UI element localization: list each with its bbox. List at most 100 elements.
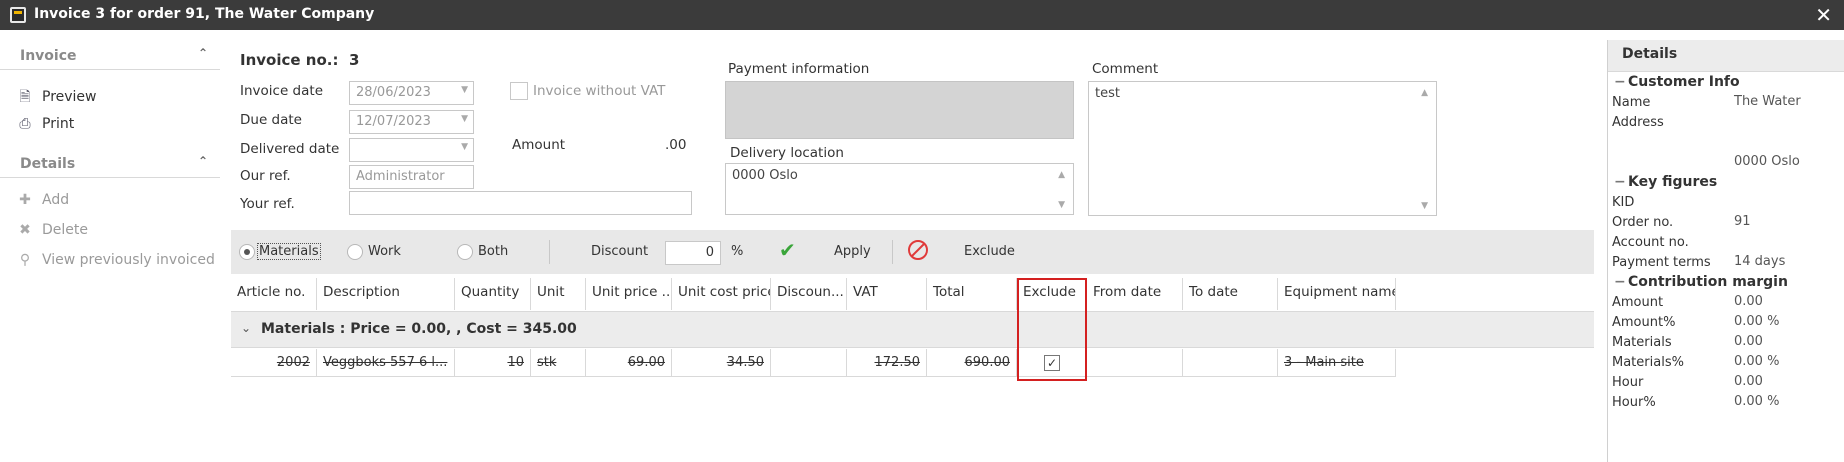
scroll-up-icon[interactable]: ▲ (1058, 170, 1065, 180)
amount-label: Amount (512, 137, 566, 153)
delivered-date-field[interactable]: ▼ (349, 138, 474, 162)
payment-information-field (725, 81, 1074, 139)
delivered-date-label: Delivered date (240, 141, 340, 157)
our-ref-value: Administrator (356, 169, 445, 184)
exclude-column-highlight (1017, 278, 1087, 381)
view-previously-invoiced-button[interactable]: ⚲ View previously invoiced (16, 252, 215, 274)
customer-info-section[interactable]: − Customer Info (1614, 74, 1740, 90)
collapse-icon[interactable]: − (1614, 174, 1628, 190)
name-label: Name (1612, 95, 1651, 110)
collapse-icon[interactable]: − (1614, 274, 1628, 290)
discount-input[interactable]: 0 (665, 241, 721, 265)
cell-unit-cost-price[interactable]: 34.50 (672, 349, 771, 377)
discount-label: Discount (591, 244, 649, 259)
column-header-quantity[interactable]: Quantity (455, 278, 531, 310)
invoice-no-value: 3 (349, 51, 360, 69)
column-header-unit[interactable]: Unit (531, 278, 586, 310)
column-header-discount[interactable]: Discoun... (771, 278, 847, 310)
column-header-total[interactable]: Total (927, 278, 1017, 310)
delete-button[interactable]: ✖ Delete (16, 222, 88, 244)
order-no-label: Order no. (1612, 215, 1674, 230)
materials-label[interactable]: Materials (257, 243, 321, 260)
cell-vat[interactable]: 172.50 (847, 349, 927, 377)
close-icon[interactable]: ✕ (1815, 3, 1832, 27)
your-ref-field[interactable] (349, 191, 692, 215)
address-label: Address (1612, 115, 1664, 130)
delivery-location-field[interactable]: 0000 Oslo ▲ ▼ (725, 163, 1074, 215)
scroll-up-icon[interactable]: ▲ (1421, 88, 1428, 98)
column-header-unit-cost-price[interactable]: Unit cost price (672, 278, 771, 310)
cell-from-date[interactable] (1087, 349, 1183, 377)
materials-percent-label: Materials% (1612, 355, 1684, 370)
collapse-icon[interactable]: − (1614, 74, 1628, 90)
scroll-down-icon[interactable]: ▼ (1058, 200, 1065, 210)
column-header-description[interactable]: Description (317, 278, 455, 310)
both-label[interactable]: Both (478, 244, 508, 259)
column-header-article-no[interactable]: Article no. (231, 278, 317, 310)
invoice-without-vat-checkbox[interactable] (510, 82, 528, 100)
comment-value: test (1095, 86, 1120, 101)
chevron-up-icon[interactable]: ⌃ (198, 46, 208, 60)
add-label: Add (42, 192, 70, 208)
prohibited-icon[interactable] (908, 240, 928, 260)
apply-button[interactable]: Apply (834, 244, 871, 259)
column-header-vat[interactable]: VAT (847, 278, 927, 310)
invoice-date-field[interactable]: 28/06/2023 ▼ (349, 81, 474, 105)
amount-value: .00 (665, 137, 687, 153)
chevron-down-icon[interactable]: ▼ (461, 85, 468, 95)
cell-description[interactable]: Veggboks 557 6 l... (317, 349, 455, 377)
group-row-materials[interactable]: ⌄ Materials : Price = 0.00, , Cost = 345… (231, 311, 1594, 348)
cell-quantity[interactable]: 10 (455, 349, 531, 377)
hour-value: 0.00 (1734, 374, 1763, 389)
amount-percent-label: Amount% (1612, 315, 1676, 330)
your-ref-label: Your ref. (240, 196, 295, 212)
work-radio[interactable] (347, 244, 363, 260)
cell-discount[interactable] (771, 349, 847, 377)
cell-equipment-name[interactable]: 3 - Main site (1278, 349, 1396, 377)
cell-to-date[interactable] (1183, 349, 1278, 377)
due-date-value: 12/07/2023 (356, 114, 431, 129)
plus-icon: ✚ (19, 192, 31, 208)
cell-article-no[interactable]: 2002 (231, 349, 317, 377)
details-group-header[interactable]: Details ⌃ (0, 152, 220, 178)
due-date-field[interactable]: 12/07/2023 ▼ (349, 110, 474, 134)
invoice-date-value: 28/06/2023 (356, 85, 431, 100)
key-figures-section[interactable]: − Key figures (1614, 174, 1717, 190)
title-bar: Invoice 3 for order 91, The Water Compan… (0, 0, 1844, 30)
app-icon (10, 7, 26, 23)
chevron-up-icon[interactable]: ⌃ (198, 154, 208, 168)
materials-radio[interactable] (239, 244, 255, 260)
invoice-without-vat-label: Invoice without VAT (533, 83, 666, 99)
column-header-from-date[interactable]: From date (1087, 278, 1183, 310)
hour-percent-value: 0.00 % (1734, 394, 1780, 409)
scroll-down-icon[interactable]: ▼ (1421, 201, 1428, 211)
cell-unit-price[interactable]: 69.00 (586, 349, 672, 377)
print-button[interactable]: ⎙ Print (16, 116, 74, 138)
view-previously-invoiced-label: View previously invoiced (42, 252, 215, 268)
invoice-group-header[interactable]: Invoice ⌃ (0, 44, 220, 70)
chevron-down-icon[interactable]: ▼ (461, 142, 468, 152)
our-ref-field[interactable]: Administrator (349, 165, 474, 189)
both-radio[interactable] (457, 244, 473, 260)
hour-label: Hour (1612, 375, 1644, 390)
invoice-group-title: Invoice (20, 48, 77, 64)
column-header-to-date[interactable]: To date (1183, 278, 1278, 310)
cell-total[interactable]: 690.00 (927, 349, 1017, 377)
details-group-title: Details (20, 156, 76, 172)
checkmark-icon[interactable]: ✔ (779, 238, 796, 262)
cell-unit[interactable]: stk (531, 349, 586, 377)
column-header-unit-price[interactable]: Unit price ... (586, 278, 672, 310)
exclude-button[interactable]: Exclude (964, 244, 1015, 259)
delivery-location-value: 0000 Oslo (732, 168, 798, 183)
key-figures-title: Key figures (1628, 174, 1718, 190)
chevron-down-icon[interactable]: ▼ (461, 114, 468, 124)
chevron-down-icon[interactable]: ⌄ (241, 321, 251, 335)
materials-label: Materials (1612, 335, 1672, 350)
delete-label: Delete (42, 222, 88, 238)
preview-button[interactable]: 🗎 Preview (16, 86, 96, 108)
contribution-margin-section[interactable]: − Contribution margin (1614, 274, 1788, 290)
comment-field[interactable]: test ▲ ▼ (1088, 81, 1437, 216)
add-button[interactable]: ✚ Add (16, 192, 69, 214)
column-header-equipment-name[interactable]: Equipment name (1278, 278, 1396, 310)
work-label[interactable]: Work (368, 244, 401, 259)
